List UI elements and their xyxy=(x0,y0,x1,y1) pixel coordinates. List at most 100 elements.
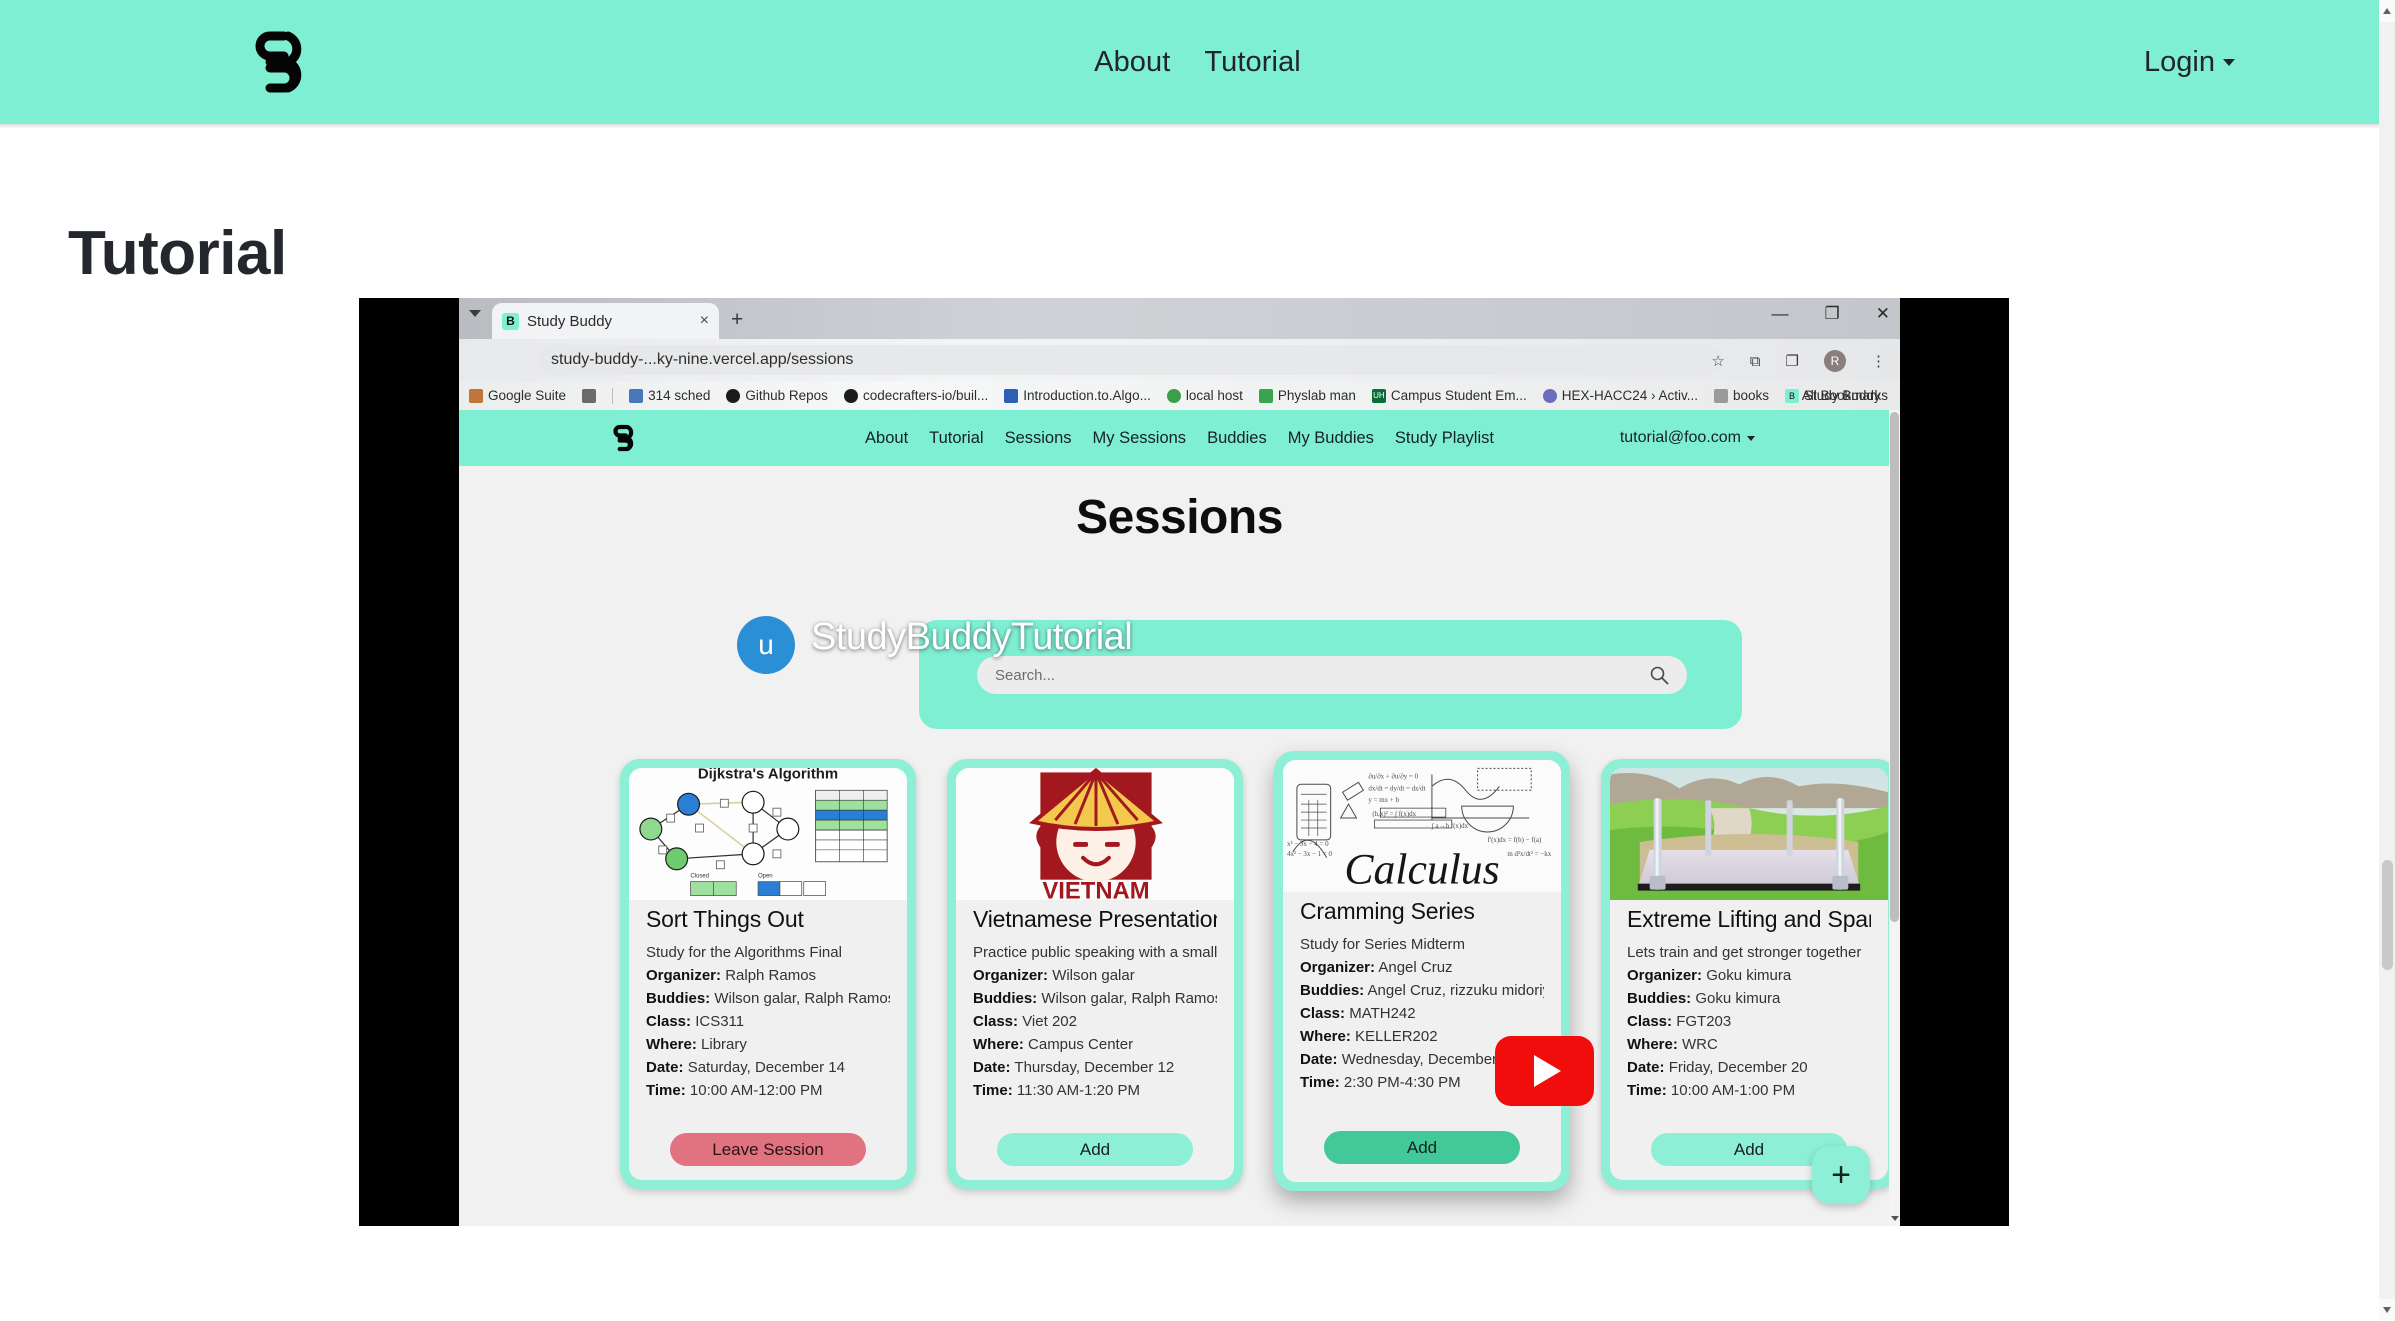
app-scrollbar[interactable] xyxy=(1889,410,1900,1226)
bookmark-item[interactable]: 314 sched xyxy=(629,388,710,403)
play-button[interactable] xyxy=(1495,1036,1594,1106)
video-frame-content: B Study Buddy × + — ❐ ✕ study-buddy-...k… xyxy=(459,298,1900,1226)
scrollbar-thumb[interactable] xyxy=(1890,412,1899,922)
browser-menu-icon[interactable]: ⋮ xyxy=(1871,352,1886,370)
header-shadow xyxy=(0,124,2395,129)
search-input[interactable]: Search... xyxy=(977,656,1687,694)
svg-text:Open: Open xyxy=(758,874,773,880)
bookmark-item[interactable]: Physlab man xyxy=(1258,388,1356,403)
bookmark-item[interactable]: Introduction.to.Algo... xyxy=(1004,388,1151,403)
app-nav-tutorial[interactable]: Tutorial xyxy=(929,429,983,448)
session-buddies: Buddies: Goku kimura xyxy=(1627,990,1871,1007)
label-class: Class: xyxy=(1627,1013,1673,1030)
bookmark-item[interactable]: HEX-HACC24 › Activ... xyxy=(1542,388,1698,403)
bookmark-item[interactable]: books xyxy=(1714,388,1769,403)
organizer-value: Wilson galar xyxy=(1052,967,1135,984)
bookmark-item[interactable]: local host xyxy=(1166,388,1243,403)
session-card-body: Vietnamese Presentation... Practice publ… xyxy=(956,900,1234,1105)
search-placeholder: Search... xyxy=(995,666,1056,684)
time-value: 10:00 AM-1:00 PM xyxy=(1670,1082,1796,1099)
label-organizer: Organizer: xyxy=(973,967,1049,984)
session-where: Where: Library xyxy=(646,1036,890,1053)
session-description: Practice public speaking with a small sc… xyxy=(973,944,1217,961)
app-nav-my-sessions[interactable]: My Sessions xyxy=(1093,429,1187,448)
address-bar[interactable]: study-buddy-...ky-nine.vercel.app/sessio… xyxy=(537,345,1722,375)
login-dropdown[interactable]: Login xyxy=(2144,0,2235,124)
account-dropdown[interactable]: tutorial@foo.com xyxy=(1620,410,1755,466)
session-title: Extreme Lifting and Spar... xyxy=(1627,906,1871,932)
bookmark-icon xyxy=(629,388,644,403)
scroll-down-arrow-icon[interactable] xyxy=(2383,1307,2391,1313)
profile-avatar[interactable]: R xyxy=(1824,350,1846,372)
bookmark-item[interactable]: Github Repos xyxy=(726,388,828,403)
session-class: Class: ICS311 xyxy=(646,1013,890,1030)
bookmark-icon xyxy=(1166,388,1181,403)
login-label: Login xyxy=(2144,45,2215,78)
app-nav-study-playlist[interactable]: Study Playlist xyxy=(1395,429,1494,448)
time-value: 2:30 PM-4:30 PM xyxy=(1343,1074,1461,1091)
buddies-value: Wilson galar, Ralph Ramos, Ang... xyxy=(714,990,890,1007)
session-organizer: Organizer: Wilson galar xyxy=(973,967,1217,984)
bookmark-icon: UH xyxy=(1371,388,1386,403)
scroll-up-arrow-icon[interactable] xyxy=(2383,8,2391,14)
session-card[interactable]: Dijkstra's Algorithm Closed Open Sort Th… xyxy=(620,759,916,1189)
dijkstras-algorithm-diagram: Dijkstra's Algorithm Closed Open xyxy=(629,768,907,900)
extensions-icon[interactable]: ⧉ xyxy=(1750,353,1761,370)
session-class: Class: FGT203 xyxy=(1627,1013,1871,1030)
scroll-down-arrow-icon[interactable] xyxy=(1891,1216,1899,1221)
session-date: Date: Saturday, December 14 xyxy=(646,1059,890,1076)
browser-tab-study-buddy[interactable]: B Study Buddy × xyxy=(492,303,719,339)
youtube-video-embed[interactable]: B Study Buddy × + — ❐ ✕ study-buddy-...k… xyxy=(359,298,2009,1226)
label-organizer: Organizer: xyxy=(646,967,722,984)
nav-link-about[interactable]: About xyxy=(1094,46,1170,79)
session-card-inner: Dijkstra's Algorithm Closed Open Sort Th… xyxy=(629,768,907,1180)
date-value: Friday, December 20 xyxy=(1668,1059,1808,1076)
bookmark-item[interactable]: codecrafters-io/buil... xyxy=(843,388,988,403)
bookmark-apps-grid[interactable] xyxy=(582,388,597,403)
search-icon[interactable] xyxy=(1649,665,1669,685)
close-icon[interactable]: × xyxy=(700,312,709,330)
window-controls: — ❐ ✕ xyxy=(1772,304,1891,324)
channel-avatar[interactable]: u xyxy=(737,616,795,674)
app-nav-sessions[interactable]: Sessions xyxy=(1005,429,1072,448)
session-class: Class: Viet 202 xyxy=(973,1013,1217,1030)
session-card[interactable]: ∂u/∂x + ∂u/∂y = 0 dx/dt = dy/dt = dz/dt … xyxy=(1274,751,1570,1191)
session-organizer: Organizer: Ralph Ramos xyxy=(646,967,890,984)
session-date: Date: Friday, December 20 xyxy=(1627,1059,1871,1076)
bookmark-item[interactable]: UH Campus Student Em... xyxy=(1371,388,1527,403)
add-session-button[interactable]: Add xyxy=(997,1133,1193,1166)
bookmark-label: Google Suite xyxy=(488,388,567,403)
video-title-overlay[interactable]: StudyBuddyTutorial xyxy=(811,616,1133,659)
session-time: Time: 10:00 AM-1:00 PM xyxy=(1627,1082,1871,1099)
leave-session-button[interactable]: Leave Session xyxy=(670,1133,866,1166)
new-tab-icon[interactable]: + xyxy=(731,309,743,330)
app-nav-my-buddies[interactable]: My Buddies xyxy=(1288,429,1374,448)
maximize-icon[interactable]: ❐ xyxy=(1825,304,1840,324)
add-session-button[interactable]: Add xyxy=(1324,1131,1520,1164)
bookmark-star-icon[interactable]: ☆ xyxy=(1711,352,1724,370)
session-card[interactable]: VIETNAM Vietnamese Presentation... Pract… xyxy=(947,759,1243,1189)
app-nav-about[interactable]: About xyxy=(865,429,908,448)
svg-text:Dijkstra's Algorithm: Dijkstra's Algorithm xyxy=(698,768,838,782)
tab-search-chevron-icon[interactable] xyxy=(469,310,481,317)
label-time: Time: xyxy=(1300,1074,1340,1091)
add-session-fab[interactable]: + xyxy=(1812,1146,1870,1204)
session-card[interactable]: Extreme Lifting and Spar... Lets train a… xyxy=(1601,759,1897,1189)
scrollbar-thumb[interactable] xyxy=(2382,860,2393,970)
app-nav-buddies[interactable]: Buddies xyxy=(1207,429,1267,448)
browser-omnibar-row: study-buddy-...ky-nine.vercel.app/sessio… xyxy=(459,339,1900,381)
close-window-icon[interactable]: ✕ xyxy=(1876,304,1890,324)
all-bookmarks-button[interactable]: All Bookmarks xyxy=(1797,388,1888,403)
minimize-icon[interactable]: — xyxy=(1772,304,1789,324)
vietnam-conical-hat-illustration: VIETNAM xyxy=(956,768,1234,900)
date-value: Saturday, December 14 xyxy=(687,1059,845,1076)
scrollbar-track[interactable] xyxy=(2379,22,2395,1299)
label-where: Where: xyxy=(1627,1036,1678,1053)
where-value: KELLER202 xyxy=(1355,1028,1438,1045)
page-scrollbar[interactable] xyxy=(2379,0,2395,1321)
bookmark-item[interactable]: Google Suite xyxy=(469,388,566,403)
split-view-icon[interactable]: ❐ xyxy=(1786,352,1799,370)
label-buddies: Buddies: xyxy=(973,990,1038,1007)
nav-link-tutorial[interactable]: Tutorial xyxy=(1204,46,1300,79)
label-date: Date: xyxy=(973,1059,1011,1076)
